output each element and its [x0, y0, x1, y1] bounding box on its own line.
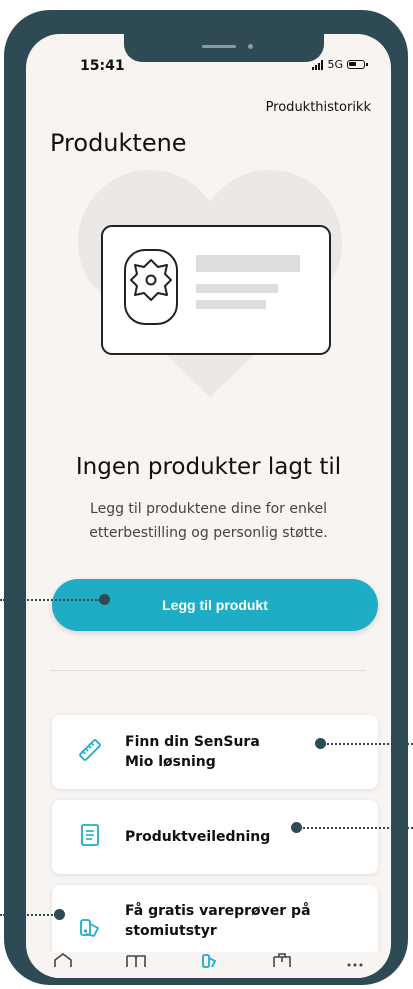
products-icon[interactable] [197, 952, 221, 968]
callout-line [0, 914, 56, 916]
find-sensura-card[interactable]: Finn din SenSura Mio løsning [52, 715, 378, 789]
samples-icon [77, 915, 103, 945]
signal-icon [312, 59, 324, 70]
card-label: Produktveiledning [125, 829, 271, 845]
document-icon [77, 822, 103, 852]
card-label: stomiutstyr [125, 923, 217, 939]
status-time: 15:41 [80, 58, 125, 74]
app-screen: 15:41 5G Produkthistorikk Produktene Ing… [26, 34, 391, 978]
section-divider [50, 670, 366, 671]
callout-line [300, 827, 413, 829]
card-label: Mio løsning [125, 754, 216, 770]
phone-notch [124, 34, 324, 62]
card-label: Finn din SenSura [125, 734, 260, 750]
bag-icon[interactable] [270, 952, 294, 968]
product-history-link[interactable]: Produkthistorikk [266, 100, 371, 115]
page-title: Produktene [50, 129, 187, 157]
empty-state-description: Legg til produktene dine for enkel etter… [89, 501, 328, 541]
speaker-grille [202, 45, 236, 48]
callout-dot [99, 594, 110, 605]
product-guide-card[interactable]: Produktveiledning [52, 800, 378, 874]
card-label: Få gratis vareprøver på [125, 903, 311, 919]
phone-frame: 15:41 5G Produkthistorikk Produktene Ing… [4, 10, 408, 985]
ruler-icon [77, 737, 103, 767]
empty-state-title: Ingen produkter lagt til [75, 454, 342, 480]
home-icon[interactable] [51, 952, 75, 968]
bottom-tab-bar [26, 952, 391, 978]
more-icon[interactable] [343, 952, 367, 968]
callout-line [0, 599, 100, 601]
callout-dot [54, 909, 65, 920]
callout-dot [291, 822, 302, 833]
callout-line [324, 743, 413, 745]
book-icon[interactable] [124, 952, 148, 968]
front-camera [248, 44, 253, 49]
battery-icon [347, 60, 368, 69]
status-indicators: 5G [312, 58, 368, 71]
network-label: 5G [327, 58, 343, 71]
callout-dot [315, 738, 326, 749]
add-product-button[interactable]: Legg til produkt [52, 579, 378, 631]
empty-products-illustration [77, 169, 343, 397]
